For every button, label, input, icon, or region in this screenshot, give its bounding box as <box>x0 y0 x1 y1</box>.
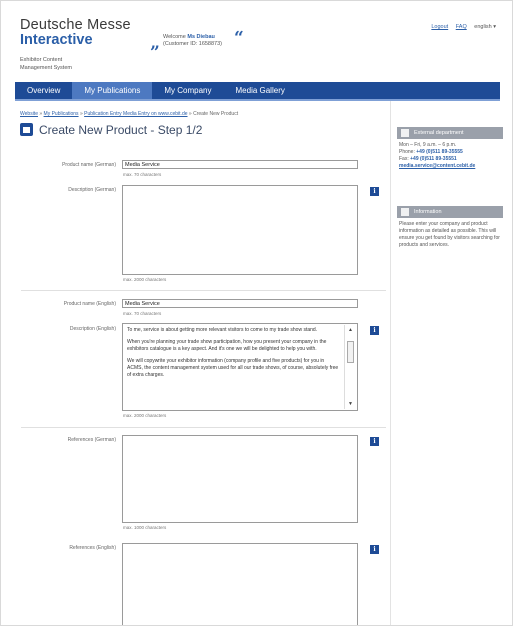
contact-box-body: Mon – Fri, 9 a.m. – 6 p.m. Phone: +49 (0… <box>397 139 503 173</box>
hint-description-en: max. 2000 characters <box>123 413 167 418</box>
contact-box-header: External department <box>397 127 503 139</box>
breadcrumb: Website » My Publications » Publication … <box>20 111 239 117</box>
breadcrumb-current: Create New Product <box>193 111 239 117</box>
product-name-de-input[interactable]: Media Service <box>122 160 358 169</box>
quote-open-icon: ” <box>150 43 160 63</box>
contact-fax-line: Fax: +49 (0)511 89-35551 <box>399 156 501 163</box>
description-paragraph: We will copywrite your exhibitor informa… <box>127 358 339 378</box>
phone-icon <box>401 129 409 137</box>
welcome-text: Welcome Ms Diebau (Customer ID: 1658873) <box>163 34 222 48</box>
faq-link[interactable]: FAQ <box>456 24 467 30</box>
page-title: Create New Product - Step 1/2 <box>39 123 203 137</box>
hint-product-name-de: max. 70 characters <box>123 172 162 177</box>
page-icon <box>20 123 33 136</box>
tab-media-gallery[interactable]: Media Gallery <box>224 82 297 99</box>
logo-line2: Interactive <box>20 32 93 48</box>
welcome-name: Ms Diebau <box>187 34 215 40</box>
description-paragraph: To me, service is about getting more rel… <box>127 327 318 333</box>
breadcrumb-publication-entry[interactable]: Publication Entry Media Entry on www.ceb… <box>84 111 187 117</box>
label-description-en: Description (English) <box>69 326 116 332</box>
references-de-textarea[interactable] <box>122 435 358 523</box>
info-box-header: Information <box>397 206 503 218</box>
info-icon[interactable]: i <box>370 545 379 554</box>
hint-references-de: max. 1000 characters <box>123 525 167 530</box>
page-frame: Deutsche Messe Interactive Exhibitor Con… <box>0 0 513 626</box>
description-en-text: To me, service is about getting more rel… <box>123 324 357 386</box>
fax-label: Fax: <box>399 156 409 162</box>
info-icon[interactable]: i <box>370 187 379 196</box>
scroll-down-icon[interactable]: ▼ <box>348 401 353 407</box>
references-en-textarea[interactable] <box>122 543 358 625</box>
language-select[interactable]: english <box>474 24 491 30</box>
label-product-name-de: Product name (German) <box>62 162 116 168</box>
chevron-down-icon[interactable]: ▾ <box>493 24 496 30</box>
section-divider <box>21 290 386 291</box>
fax-number: +49 (0)511 89-35551 <box>410 156 457 162</box>
description-en-textarea[interactable]: To me, service is about getting more rel… <box>122 323 358 411</box>
top-links: Logout FAQ english ▾ <box>431 24 496 30</box>
label-description-de: Description (German) <box>68 187 116 193</box>
phone-number: +49 (0)511 89-35555 <box>416 149 463 155</box>
info-icon[interactable]: i <box>370 326 379 335</box>
breadcrumb-my-publications[interactable]: My Publications <box>44 111 79 117</box>
quote-close-icon: “ <box>234 28 244 48</box>
scroll-up-icon[interactable]: ▲ <box>348 327 353 333</box>
textarea-scrollbar[interactable]: ▲ ▼ <box>344 325 356 409</box>
tab-overview[interactable]: Overview <box>15 82 72 99</box>
customer-id: (Customer ID: 1658873) <box>163 41 222 47</box>
info-icon[interactable]: i <box>370 437 379 446</box>
info-icon <box>401 208 409 216</box>
contact-phone-line: Phone: +49 (0)511 89-35555 <box>399 149 501 156</box>
nav-underline <box>15 99 500 101</box>
contact-box: External department Mon – Fri, 9 a.m. – … <box>397 127 503 173</box>
main-nav: Overview My Publications My Company Medi… <box>15 82 500 99</box>
tab-my-publications[interactable]: My Publications <box>72 82 153 99</box>
hint-description-de: max. 2000 characters <box>123 277 167 282</box>
product-name-en-input[interactable]: Media Service <box>122 299 358 308</box>
info-box-title: Information <box>414 209 442 215</box>
tab-my-company[interactable]: My Company <box>152 82 223 99</box>
description-paragraph: When you're planning your trade show par… <box>127 339 327 352</box>
info-box: Information Please enter your company an… <box>397 206 503 252</box>
logo-line1: Deutsche Messe <box>20 17 131 33</box>
description-de-textarea[interactable] <box>122 185 358 275</box>
label-references-de: References (German) <box>67 437 116 443</box>
breadcrumb-website[interactable]: Website <box>20 111 38 117</box>
contact-box-title: External department <box>414 130 464 136</box>
logout-link[interactable]: Logout <box>431 24 448 30</box>
label-references-en: References (English) <box>69 545 116 551</box>
column-divider <box>390 101 391 625</box>
contact-email-link[interactable]: media.service@content.cebit.de <box>399 163 501 170</box>
phone-label: Phone: <box>399 149 415 155</box>
info-box-text: Please enter your company and product in… <box>399 221 500 248</box>
section-divider <box>21 427 386 428</box>
scroll-thumb[interactable] <box>347 341 354 363</box>
welcome-prefix: Welcome <box>163 34 186 40</box>
contact-hours: Mon – Fri, 9 a.m. – 6 p.m. <box>399 142 457 148</box>
label-product-name-en: Product name (English) <box>63 301 116 307</box>
system-name: Exhibitor Content Management System <box>20 57 72 71</box>
hint-product-name-en: max. 70 characters <box>123 311 162 316</box>
